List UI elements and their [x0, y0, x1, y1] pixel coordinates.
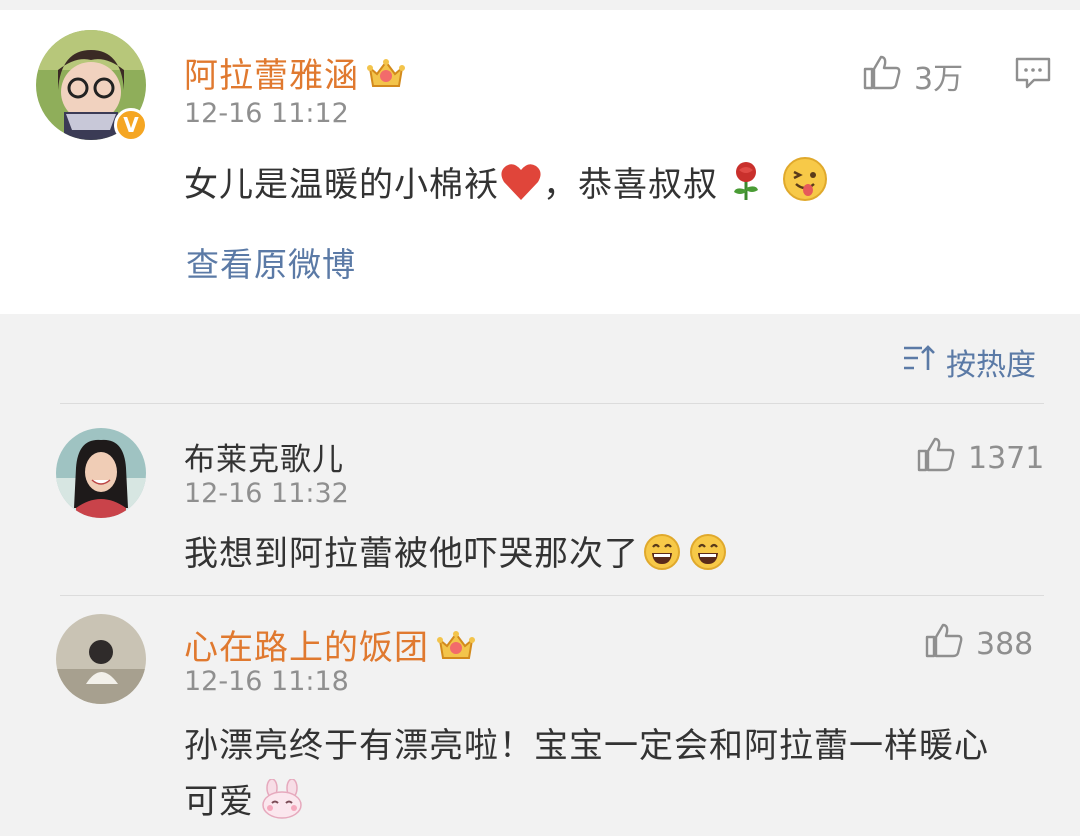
thumb-up-icon — [862, 54, 914, 98]
crown-icon — [437, 628, 475, 671]
comment-like-button[interactable]: 388 — [924, 622, 1033, 666]
main-post-text-part1: 女儿是温暖的小棉袄 — [184, 165, 499, 205]
comment-like-count: 388 — [976, 626, 1034, 662]
top-strip — [0, 0, 1080, 10]
comment-username-text: 心在路上的饭团 — [184, 628, 429, 668]
bunny-emoji-icon — [260, 778, 304, 822]
comment-time: 12-16 11:18 — [184, 666, 349, 697]
heart-emoji-icon — [499, 164, 543, 205]
rose-emoji-icon — [728, 162, 764, 205]
divider — [60, 595, 1044, 596]
comment-avatar[interactable] — [56, 428, 146, 518]
laugh-emoji-icon — [643, 534, 681, 574]
sort-icon — [902, 343, 946, 381]
sort-by-hot-button[interactable]: 按热度 — [902, 340, 1036, 384]
main-post-username[interactable]: 阿拉蕾雅涵 — [184, 48, 405, 99]
thumb-up-icon — [916, 436, 968, 480]
comment-text-line1: 孙漂亮终于有漂亮啦！宝宝一定会和阿拉蕾一样暖心 — [184, 726, 989, 766]
main-post-like-button[interactable]: 3万 — [862, 54, 963, 98]
comment-time: 12-16 11:32 — [184, 478, 349, 509]
comment-text-content: 我想到阿拉蕾被他吓哭那次了 — [184, 534, 639, 574]
view-original-link[interactable]: 查看原微博 — [186, 238, 356, 286]
comment-avatar[interactable] — [56, 614, 146, 704]
main-post-like-count: 3万 — [914, 62, 964, 97]
comment-text-line2: 可爱 — [184, 774, 304, 823]
main-post-username-text: 阿拉蕾雅涵 — [184, 56, 359, 96]
comment-like-button[interactable]: 1371 — [916, 436, 1044, 480]
comment-text-line2-content: 可爱 — [184, 782, 254, 822]
comment-username[interactable]: 布莱克歌儿 — [184, 434, 344, 479]
divider — [60, 403, 1044, 404]
main-post-time: 12-16 11:12 — [184, 98, 349, 129]
verified-badge-icon: V — [114, 108, 148, 142]
comment-text: 我想到阿拉蕾被他吓哭那次了 — [184, 526, 727, 575]
comment-like-count: 1371 — [968, 440, 1045, 476]
crown-icon — [367, 56, 405, 99]
thumb-up-icon — [924, 622, 976, 666]
comment-username[interactable]: 心在路上的饭团 — [184, 620, 475, 671]
main-post-text-part2: ，恭喜叔叔 — [543, 165, 718, 205]
comment-icon[interactable] — [1014, 56, 1052, 94]
main-post-text: 女儿是温暖的小棉袄 ，恭喜叔叔 — [184, 156, 828, 206]
sort-label: 按热度 — [946, 348, 1036, 383]
laugh-emoji-icon — [689, 534, 727, 574]
tongue-emoji-icon — [782, 157, 828, 205]
